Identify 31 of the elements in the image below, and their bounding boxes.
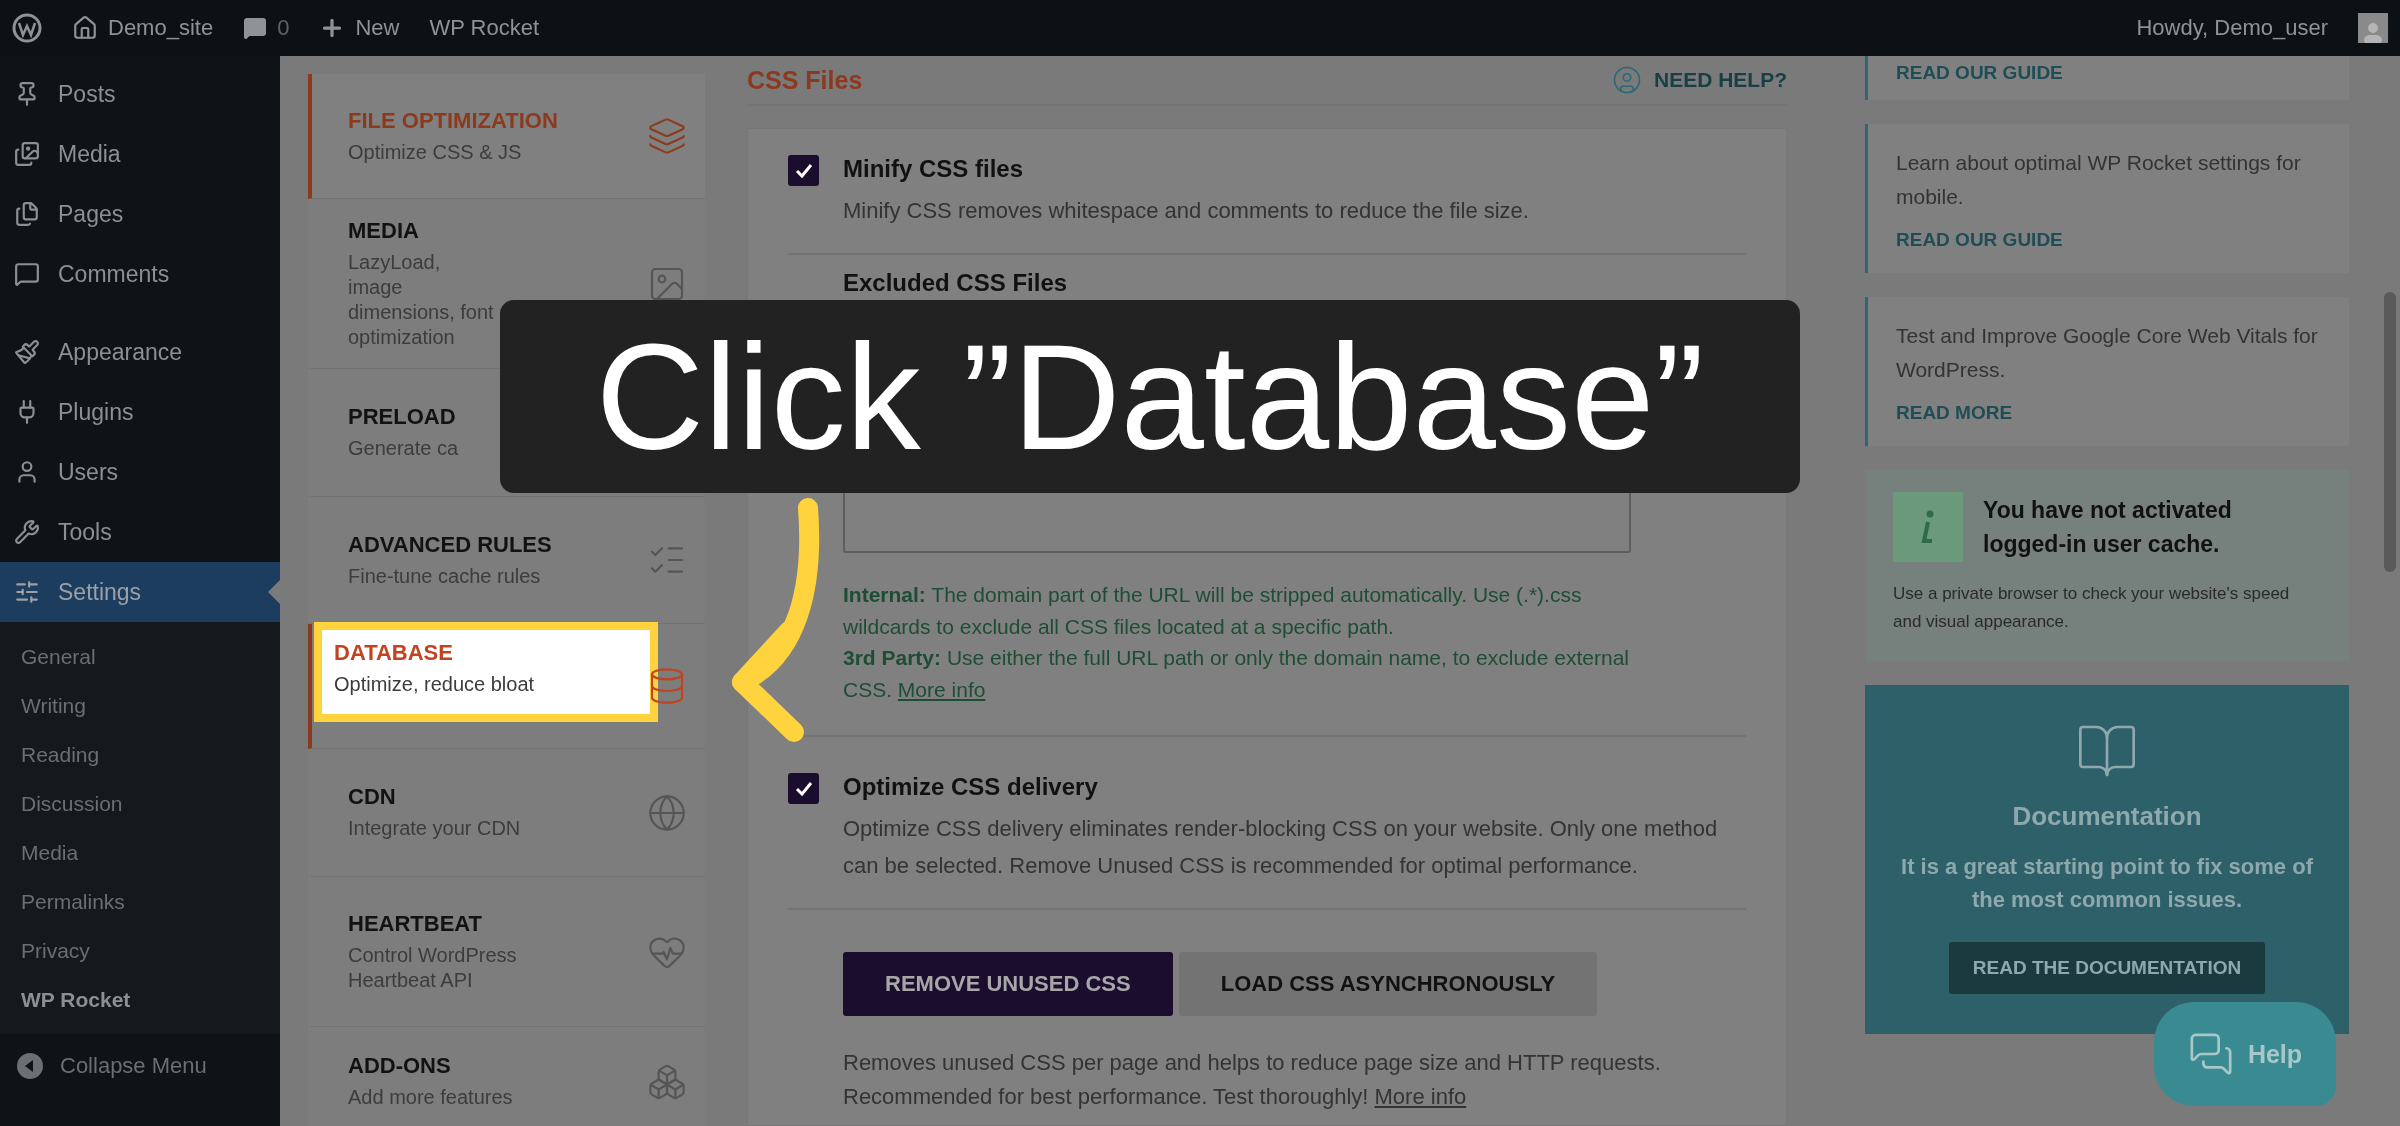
section-title: CSS Files xyxy=(747,65,863,95)
guide-text: Test and Improve Google Core Web Vitals for WordPress. xyxy=(1896,323,2319,383)
option-label: Optimize CSS delivery xyxy=(843,773,1099,802)
field-note: 3rd Party: Use either the full URL path or only the domain name, to exclude external CSS. More info xyxy=(843,645,1630,703)
nav-subtitle: Control WordPress Heartbeat API xyxy=(348,942,518,993)
documentation-text: It is a great starting point to fix some of the most common issues. xyxy=(1900,852,2314,914)
nav-title: DATABASE xyxy=(334,640,454,666)
nav-subtitle: Integrate your CDN xyxy=(348,816,522,841)
nav-subtitle: Fine-tune cache rules xyxy=(348,563,542,589)
option-label: Minify CSS files xyxy=(843,155,1025,183)
nav-title: MEDIA xyxy=(348,217,420,244)
method-description: Removes unused CSS per page and helps to reduce page size and HTTP requests. Recommended for best performance. Test thoroughly! More info xyxy=(843,1048,1662,1111)
nav-subtitle: LazyLoad, image dimensions, font optimization xyxy=(348,249,495,350)
nav-subtitle: Add more features xyxy=(348,1085,514,1110)
nav-title: ADVANCED RULES xyxy=(348,531,553,558)
documentation-title: Documentation xyxy=(2012,800,2202,832)
nav-title: FILE OPTIMIZATION xyxy=(348,107,559,134)
option-description: Minify CSS removes whitespace and comments to reduce the file size. xyxy=(843,197,1529,225)
notice-text: Use a private browser to check your website's speed and visual appearance. xyxy=(1893,583,2291,633)
nav-subtitle: Generate ca xyxy=(348,436,460,461)
notice-title: You have not activated logged-in user cache. xyxy=(1983,495,2233,560)
nav-title: CDN xyxy=(348,784,397,810)
nav-title: HEARTBEAT xyxy=(348,910,484,937)
nav-subtitle: Optimize CSS & JS xyxy=(348,139,523,165)
field-label: Excluded CSS Files xyxy=(843,269,1069,298)
option-description: Optimize CSS delivery eliminates render-blocking CSS on your website. Only one method can be selected. Remove Unused CSS is recommended for optimal performance. xyxy=(843,815,1719,880)
guide-text: Learn about optimal WP Rocket settings for mobile. xyxy=(1896,150,2302,210)
nav-subtitle: Optimize, reduce bloat xyxy=(334,672,536,697)
nav-title: ADD-ONS xyxy=(348,1053,452,1079)
field-note: Internal: The domain part of the URL will be stripped automatically. Use (.*).css wildcards to exclude all CSS files located at a specific path. xyxy=(843,582,1583,640)
nav-title: PRELOAD xyxy=(348,404,457,430)
